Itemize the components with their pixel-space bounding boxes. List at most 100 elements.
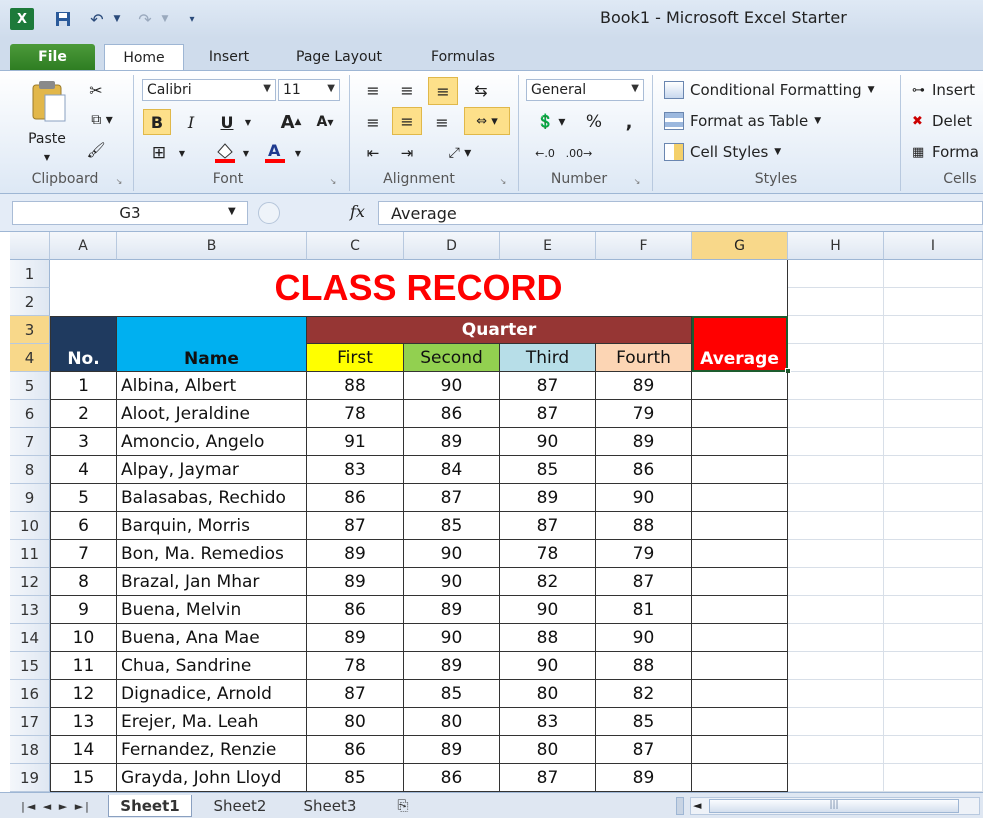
table-cell[interactable]: 1 <box>50 372 117 400</box>
average-cell[interactable] <box>692 652 788 680</box>
fill-color-dropdown-icon[interactable]: ▼ <box>240 147 252 159</box>
column-header[interactable]: H <box>788 232 884 260</box>
number-launcher-icon[interactable]: ↘ <box>632 175 642 187</box>
table-cell[interactable]: 85 <box>404 512 500 540</box>
table-cell[interactable]: Barquin, Morris <box>117 512 307 540</box>
table-cell[interactable]: 85 <box>596 708 692 736</box>
underline-dropdown-icon[interactable]: ▼ <box>242 115 254 129</box>
scroll-left-icon[interactable]: ◄ <box>693 799 701 812</box>
table-cell[interactable]: 90 <box>500 652 596 680</box>
column-header[interactable]: F <box>596 232 692 260</box>
table-cell[interactable]: Brazal, Jan Mhar <box>117 568 307 596</box>
table-cell[interactable]: 88 <box>596 512 692 540</box>
average-cell[interactable] <box>692 512 788 540</box>
average-cell[interactable] <box>692 708 788 736</box>
table-cell[interactable]: 89 <box>596 372 692 400</box>
table-cell[interactable]: 86 <box>307 484 404 512</box>
average-cell[interactable] <box>692 680 788 708</box>
table-cell[interactable]: 90 <box>404 568 500 596</box>
table-cell[interactable]: 89 <box>307 624 404 652</box>
table-cell[interactable]: Chua, Sandrine <box>117 652 307 680</box>
table-cell[interactable]: 86 <box>307 736 404 764</box>
sheet-title[interactable]: CLASS RECORD <box>50 260 788 316</box>
table-cell[interactable]: 83 <box>307 456 404 484</box>
header-third[interactable]: Third <box>500 344 596 372</box>
formula-input[interactable]: Average <box>378 201 983 225</box>
table-cell[interactable]: 15 <box>50 764 117 792</box>
cut-icon[interactable]: ✂ <box>84 79 108 101</box>
table-cell[interactable]: 91 <box>307 428 404 456</box>
formula-resize-icon[interactable] <box>258 202 280 224</box>
merge-center-icon[interactable]: ⇔ ▾ <box>464 107 510 135</box>
percent-button[interactable]: % <box>582 109 606 135</box>
column-header[interactable]: C <box>307 232 404 260</box>
header-no[interactable]: No. <box>50 316 117 372</box>
align-top-icon[interactable]: ≡ <box>360 77 386 103</box>
table-cell[interactable]: 82 <box>596 680 692 708</box>
worksheet-grid[interactable]: A B C D E F G H I 1 2 3 4 5 6 7 8 9 10 11 12 13 14 15 16 17 18 19 CL… <box>10 232 983 792</box>
table-cell[interactable]: 12 <box>50 680 117 708</box>
select-all-corner[interactable] <box>10 232 50 260</box>
row-header[interactable]: 1 <box>10 260 50 288</box>
table-cell[interactable]: Balasabas, Rechido <box>117 484 307 512</box>
table-cell[interactable]: 14 <box>50 736 117 764</box>
table-cell[interactable]: 90 <box>404 540 500 568</box>
table-cell[interactable]: 90 <box>596 624 692 652</box>
paste-button[interactable]: Paste <box>24 129 70 149</box>
table-cell[interactable]: 87 <box>596 568 692 596</box>
scroll-splitter[interactable] <box>676 797 684 815</box>
table-cell[interactable]: 90 <box>404 372 500 400</box>
table-cell[interactable]: 89 <box>596 764 692 792</box>
number-format-select[interactable]: General ▼ <box>526 79 644 101</box>
name-box[interactable]: G3 <box>12 201 248 225</box>
table-cell[interactable]: 86 <box>404 764 500 792</box>
table-cell[interactable]: Buena, Melvin <box>117 596 307 624</box>
italic-button[interactable]: I <box>178 109 204 135</box>
redo-icon[interactable]: ↷ <box>134 8 156 30</box>
paste-dropdown-icon[interactable]: ▼ <box>40 151 54 163</box>
table-cell[interactable]: 3 <box>50 428 117 456</box>
align-bottom-icon[interactable]: ≡ <box>428 77 458 105</box>
table-cell[interactable]: 89 <box>307 568 404 596</box>
table-cell[interactable]: Bon, Ma. Remedios <box>117 540 307 568</box>
align-left-icon[interactable]: ≡ <box>360 109 386 135</box>
table-cell[interactable]: 84 <box>404 456 500 484</box>
column-header[interactable]: B <box>117 232 307 260</box>
sheet-tab-sheet3[interactable]: Sheet3 <box>290 795 370 817</box>
row-header[interactable]: 6 <box>10 400 50 428</box>
font-launcher-icon[interactable]: ↘ <box>328 175 338 187</box>
tab-insert[interactable]: Insert <box>196 44 262 70</box>
sheet-tab-sheet1[interactable]: Sheet1 <box>108 795 192 817</box>
column-header[interactable]: D <box>404 232 500 260</box>
table-cell[interactable]: 88 <box>596 652 692 680</box>
delete-cells-button[interactable]: ✖ Delet <box>912 110 972 132</box>
table-cell[interactable]: 80 <box>404 708 500 736</box>
table-cell[interactable]: 79 <box>596 400 692 428</box>
align-right-icon[interactable]: ≡ <box>428 109 456 135</box>
currency-icon[interactable]: 💲 ▾ <box>528 109 574 135</box>
decrease-decimal-icon[interactable]: .00→ <box>564 141 594 165</box>
table-cell[interactable]: 87 <box>307 680 404 708</box>
table-cell[interactable]: 4 <box>50 456 117 484</box>
horizontal-scrollbar[interactable]: ◄ ||| <box>690 797 980 815</box>
grow-font-icon[interactable]: A ▲ <box>278 109 304 135</box>
font-size-select[interactable]: 11 ▼ <box>278 79 340 101</box>
row-header[interactable]: 12 <box>10 568 50 596</box>
row-header[interactable]: 16 <box>10 680 50 708</box>
average-cell[interactable] <box>692 568 788 596</box>
table-cell[interactable]: 9 <box>50 596 117 624</box>
table-cell[interactable]: 79 <box>596 540 692 568</box>
row-header[interactable]: 18 <box>10 736 50 764</box>
borders-dropdown-icon[interactable]: ▼ <box>176 147 188 159</box>
table-cell[interactable]: 82 <box>500 568 596 596</box>
shrink-font-icon[interactable]: A ▼ <box>312 109 338 135</box>
comma-button[interactable]: , <box>618 109 640 135</box>
table-cell[interactable]: 85 <box>500 456 596 484</box>
copy-icon[interactable]: ⧉ ▾ <box>82 109 122 131</box>
header-second[interactable]: Second <box>404 344 500 372</box>
alignment-launcher-icon[interactable]: ↘ <box>498 175 508 187</box>
row-header[interactable]: 3 <box>10 316 50 344</box>
table-cell[interactable]: 89 <box>404 736 500 764</box>
table-cell[interactable]: 6 <box>50 512 117 540</box>
sheet-navigation-icon[interactable]: |◄ ◄ ► ►| <box>14 795 98 817</box>
